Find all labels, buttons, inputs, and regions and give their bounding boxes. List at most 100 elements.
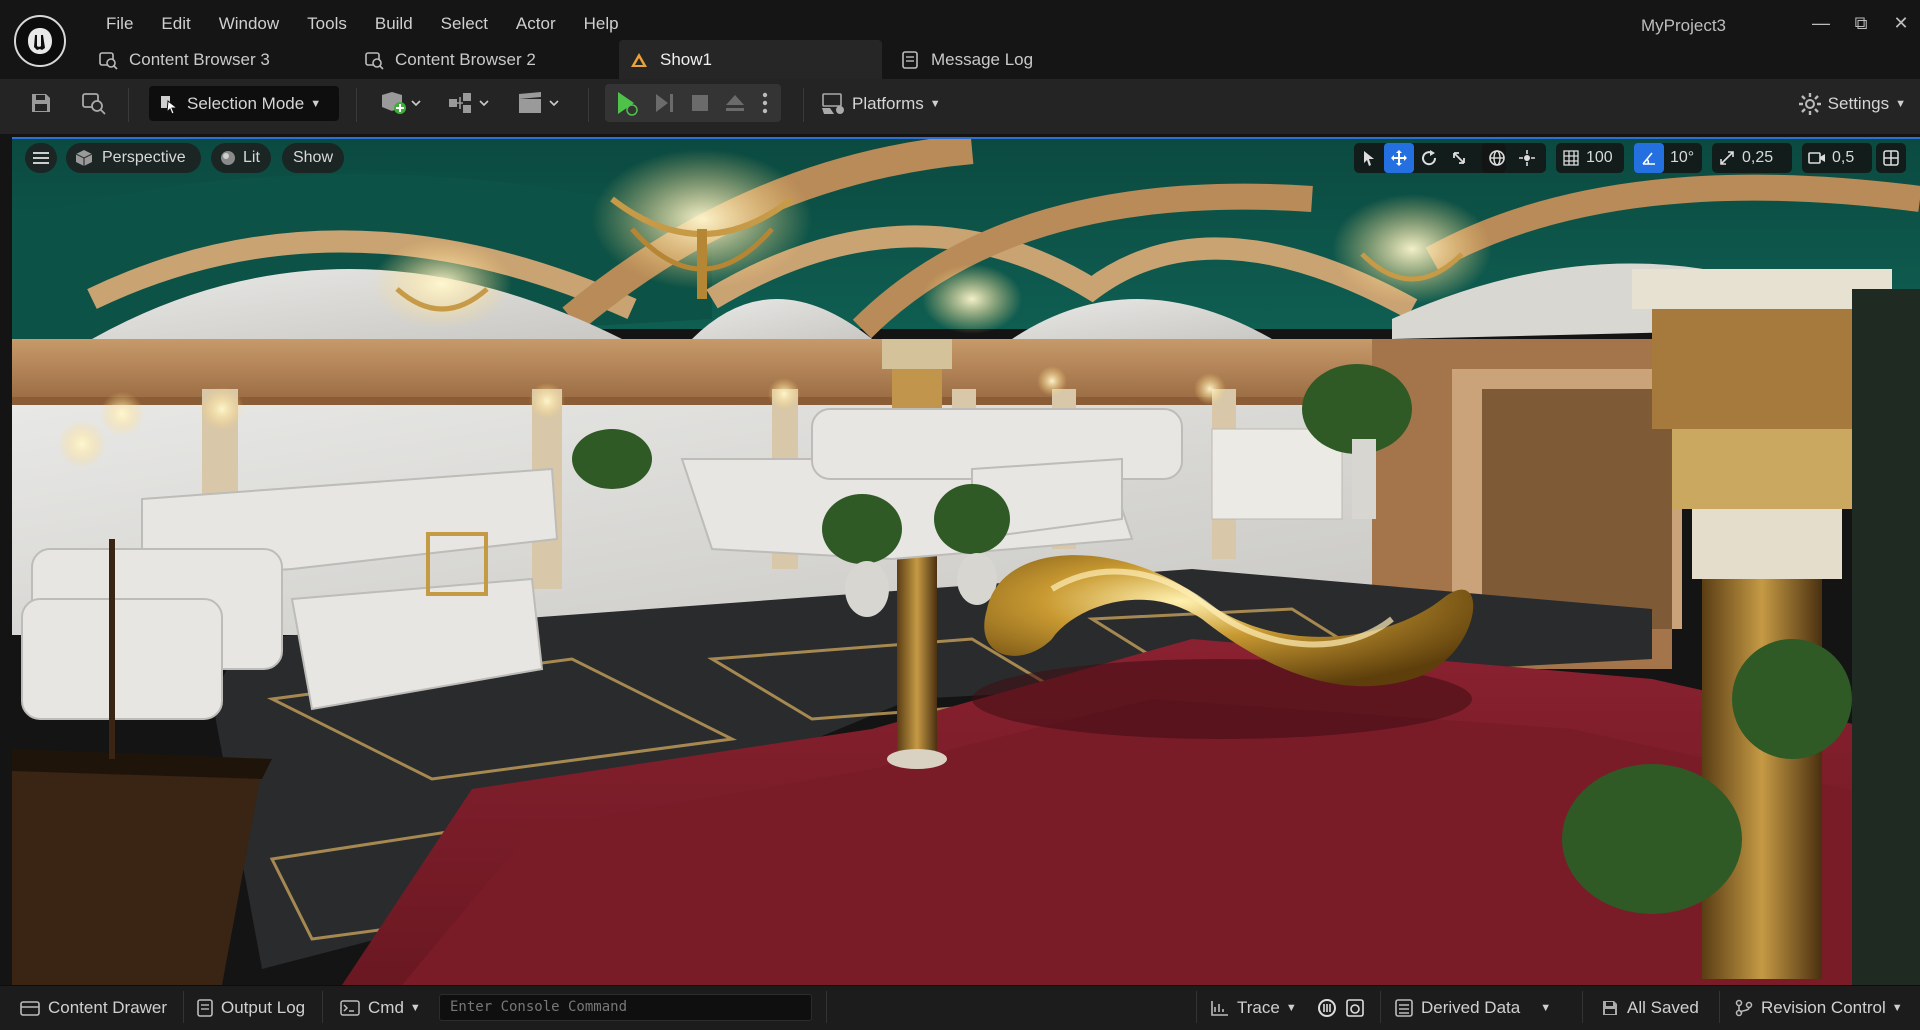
rotate-tool-icon[interactable] [1414, 143, 1444, 173]
title-bar: File Edit Window Tools Build Select Acto… [0, 0, 1920, 79]
settings-dropdown[interactable]: Settings ▼ [1798, 92, 1906, 116]
browse-content-icon[interactable] [79, 88, 109, 118]
camera-speed-control[interactable]: 0,5 [1802, 143, 1872, 173]
statusbar-divider [1582, 991, 1583, 1023]
cmd-dropdown[interactable]: Cmd ▼ [340, 986, 421, 1030]
stop-icon[interactable] [685, 88, 715, 118]
select-tool-icon[interactable] [1354, 143, 1384, 173]
menu-select[interactable]: Select [427, 13, 502, 35]
perspective-label: Perspective [102, 149, 186, 166]
trace-snapshot-icon [1345, 998, 1365, 1018]
menu-file[interactable]: File [92, 13, 147, 35]
drawer-icon [20, 999, 40, 1017]
cube-icon [75, 150, 93, 166]
statusbar-divider [1380, 991, 1381, 1023]
main-menu: File Edit Window Tools Build Select Acto… [92, 13, 633, 35]
camera-icon [1802, 143, 1832, 173]
all-saved-label: All Saved [1627, 998, 1699, 1017]
tab-label: Message Log [931, 49, 1034, 69]
platforms-icon [822, 93, 844, 114]
statusbar-divider [826, 991, 827, 1023]
tab-show1[interactable]: Show1 [619, 40, 882, 79]
unreal-logo-icon[interactable] [14, 15, 66, 67]
statusbar-divider [183, 991, 184, 1023]
statusbar-divider [322, 991, 323, 1023]
lit-dropdown[interactable]: Lit [211, 143, 271, 173]
save-all-icon [1601, 999, 1619, 1017]
platforms-label: Platforms [852, 94, 924, 113]
content-browser-icon [98, 50, 118, 70]
output-log-label: Output Log [221, 998, 306, 1017]
move-tool-icon[interactable] [1384, 143, 1414, 173]
tab-message-log[interactable]: Message Log [882, 40, 1082, 79]
chevron-down-icon: ▼ [1895, 98, 1906, 110]
tab-label: Content Browser 2 [395, 49, 536, 69]
rotation-snap-control[interactable]: 10° [1634, 143, 1702, 173]
grid-snap-control[interactable]: 100 [1556, 143, 1624, 173]
statusbar-divider [1196, 991, 1197, 1023]
surface-snap-icon[interactable] [1512, 143, 1542, 173]
menu-edit[interactable]: Edit [147, 13, 204, 35]
tab-content-browser-2[interactable]: Content Browser 2 [354, 40, 619, 79]
viewport-options-button[interactable] [25, 143, 57, 173]
tab-content-browser-3[interactable]: Content Browser 3 [88, 40, 354, 79]
grid-snap-value: 100 [1586, 149, 1613, 166]
unreal-insights-button[interactable] [1317, 986, 1345, 1030]
derived-data-label: Derived Data [1421, 998, 1521, 1017]
sphere-icon [221, 151, 235, 165]
add-actor-dropdown[interactable] [379, 88, 425, 118]
save-icon[interactable] [26, 88, 56, 118]
trace-dropdown[interactable]: Trace ▼ [1211, 986, 1297, 1030]
play-icon[interactable] [611, 88, 641, 118]
cursor-icon [161, 96, 179, 114]
menu-help[interactable]: Help [570, 13, 633, 35]
advance-frame-icon[interactable] [650, 88, 680, 118]
tab-label: Content Browser 3 [129, 49, 270, 69]
output-log-button[interactable]: Output Log [197, 986, 305, 1030]
menu-actor[interactable]: Actor [502, 13, 570, 35]
perspective-dropdown[interactable]: Perspective [66, 143, 201, 173]
grid-icon [1556, 143, 1586, 173]
show-dropdown[interactable]: Show [282, 143, 344, 173]
scale-tool-icon[interactable] [1444, 143, 1474, 173]
coordinate-space-tools [1482, 143, 1546, 173]
scale-snap-control[interactable]: 0,25 [1712, 143, 1792, 173]
trace-icon [1211, 1000, 1229, 1016]
platforms-dropdown[interactable]: Platforms ▼ [820, 92, 941, 116]
output-log-icon [197, 999, 213, 1017]
screenshot-trace-button[interactable] [1345, 986, 1373, 1030]
menu-window[interactable]: Window [205, 13, 293, 35]
toolbar-divider [588, 88, 589, 122]
project-title: MyProject3 [1640, 16, 1726, 35]
gear-icon [1798, 93, 1821, 115]
toolbar-divider [128, 88, 129, 122]
blueprints-dropdown[interactable] [447, 88, 493, 118]
scale-snap-icon [1712, 143, 1742, 173]
restore-icon[interactable]: ⧉ [1846, 10, 1876, 36]
menu-tools[interactable]: Tools [293, 13, 361, 35]
content-drawer-button[interactable]: Content Drawer [20, 986, 167, 1030]
viewport-layout-button[interactable] [1876, 143, 1906, 173]
angle-icon [1634, 143, 1664, 173]
derived-data-dropdown[interactable]: Derived Data ▼ [1395, 986, 1551, 1030]
minimize-icon[interactable]: — [1806, 10, 1836, 36]
chevron-down-icon: ▼ [310, 97, 322, 110]
level-viewport[interactable] [12, 137, 1920, 985]
menu-build[interactable]: Build [361, 13, 427, 35]
world-space-icon[interactable] [1482, 143, 1512, 173]
revision-control-dropdown[interactable]: Revision Control ▼ [1735, 986, 1903, 1030]
play-options-icon[interactable] [755, 88, 775, 118]
hamburger-icon [33, 152, 49, 164]
message-log-icon [900, 50, 920, 70]
close-icon[interactable]: ✕ [1886, 10, 1916, 36]
cmd-label: Cmd [368, 998, 404, 1017]
scale-snap-value: 0,25 [1742, 149, 1774, 166]
revision-control-icon [1735, 999, 1753, 1017]
trace-label: Trace [1237, 998, 1280, 1017]
eject-icon[interactable] [720, 88, 750, 118]
save-all-button[interactable]: All Saved [1601, 986, 1699, 1030]
selection-mode-dropdown[interactable]: Selection Mode ▼ [149, 86, 339, 121]
console-command-input[interactable]: Enter Console Command [439, 994, 812, 1021]
cinematics-dropdown[interactable] [517, 88, 563, 118]
level-icon [629, 50, 649, 70]
